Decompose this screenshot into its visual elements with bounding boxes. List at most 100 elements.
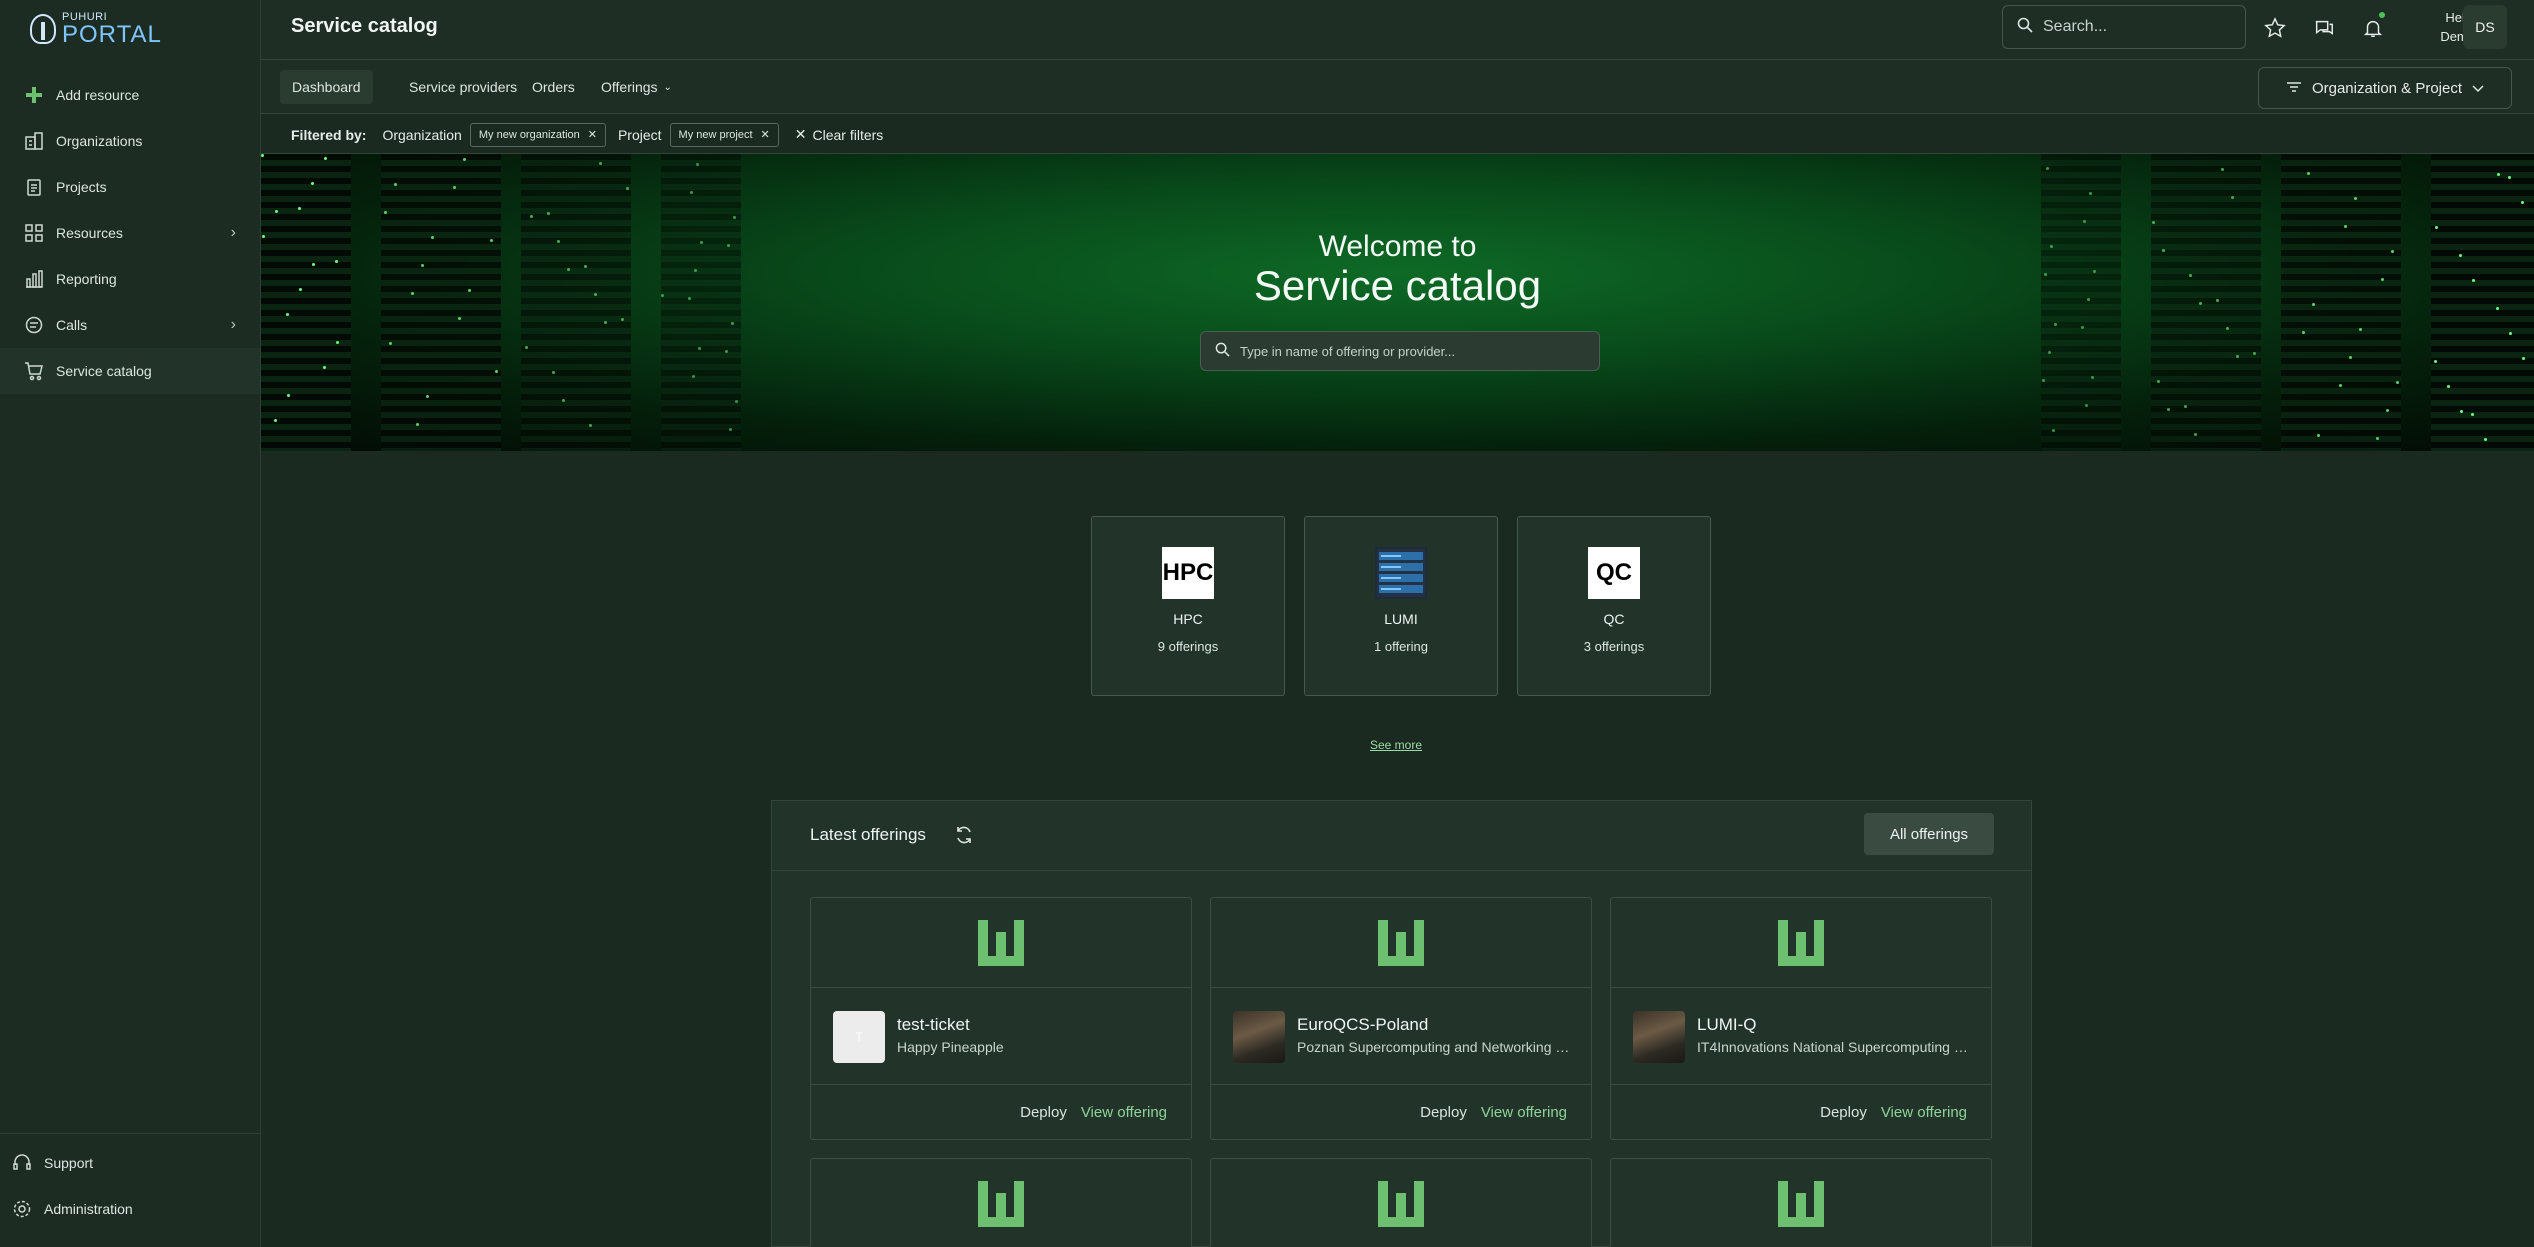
- rack-led: [2344, 225, 2347, 228]
- view-offering-button[interactable]: View offering: [1481, 1104, 1567, 1121]
- rack-led: [733, 216, 736, 219]
- rack-led: [2435, 226, 2438, 229]
- search-icon: [2017, 17, 2033, 38]
- sidebar-item-reporting[interactable]: Reporting: [0, 256, 260, 302]
- filter-icon: [2286, 80, 2302, 97]
- waldur-logo-icon: [1778, 1181, 1824, 1227]
- sidebar-item-projects[interactable]: Projects: [0, 164, 260, 210]
- rack-led: [2081, 326, 2084, 329]
- global-search-input[interactable]: Search...: [2002, 5, 2246, 49]
- offering-provider: Poznan Supercomputing and Networking Cen…: [1297, 1039, 1573, 1055]
- filter-bar: Filtered by: Organization My new organiz…: [261, 116, 2534, 154]
- offering-card[interactable]: LUMI-Q IT4Innovations National Supercomp…: [1610, 897, 1992, 1140]
- sidebar-item-calls[interactable]: Calls ›: [0, 302, 260, 348]
- rack-led: [2522, 357, 2525, 360]
- rack-led: [453, 186, 456, 189]
- rack-led: [2354, 197, 2357, 200]
- tab-offerings-label: Offerings: [601, 79, 658, 95]
- star-icon[interactable]: [2261, 14, 2289, 42]
- offering-name[interactable]: EuroQCS-Poland: [1297, 1015, 1428, 1035]
- rack-led: [274, 419, 277, 422]
- rack-led: [589, 424, 592, 427]
- deploy-button[interactable]: Deploy: [1020, 1104, 1067, 1121]
- close-icon: ✕: [794, 126, 807, 142]
- sidebar-item-organizations[interactable]: Organizations: [0, 118, 260, 164]
- bell-icon[interactable]: [2359, 12, 2387, 42]
- category-card-lumi[interactable]: LUMI 1 offering: [1304, 516, 1498, 696]
- tab-dashboard[interactable]: Dashboard: [280, 70, 373, 104]
- waldur-logo-icon: [1778, 919, 1824, 966]
- sidebar-item-administration[interactable]: Administration: [0, 1186, 260, 1232]
- sidebar: PUHURI PORTAL Add resource Organizations…: [0, 0, 261, 1247]
- tab-service-providers[interactable]: Service providers: [397, 70, 529, 104]
- sidebar-item-support[interactable]: Support: [0, 1140, 260, 1186]
- logo-icon: [30, 14, 56, 44]
- refresh-icon[interactable]: [954, 825, 976, 847]
- building-icon: [24, 131, 44, 151]
- filter-chip-organization[interactable]: My new organization ✕: [469, 122, 606, 147]
- sidebar-item-resources[interactable]: Resources ›: [0, 210, 260, 256]
- category-count: 1 offering: [1374, 639, 1428, 654]
- rack-led: [2236, 355, 2239, 358]
- server-rack-icon: [1375, 547, 1427, 599]
- category-card-qc[interactable]: QC QC 3 offerings: [1517, 516, 1711, 696]
- portal-logo[interactable]: PUHURI PORTAL: [30, 11, 162, 46]
- rack-led: [725, 350, 728, 353]
- waldur-logo-icon: [1378, 919, 1424, 966]
- sub-navigation: Dashboard Service providers Orders Offer…: [261, 60, 2534, 114]
- rack-led: [698, 347, 701, 350]
- waldur-logo-icon: [1378, 1181, 1424, 1227]
- deploy-button[interactable]: Deploy: [1820, 1104, 1867, 1121]
- tab-offerings[interactable]: Offerings ⌄: [589, 70, 684, 104]
- rack-led: [416, 423, 419, 426]
- rack-led: [621, 318, 624, 321]
- rack-led: [2386, 409, 2389, 412]
- rack-led: [2089, 192, 2092, 195]
- sidebar-item-service-catalog[interactable]: Service catalog: [0, 348, 260, 394]
- deploy-button[interactable]: Deploy: [1420, 1104, 1467, 1121]
- offering-banner: [1611, 1159, 1991, 1247]
- chat-icon[interactable]: [2310, 14, 2338, 42]
- sidebar-item-label: Projects: [56, 179, 107, 195]
- category-name: QC: [1603, 611, 1625, 627]
- offering-banner: [1611, 898, 1991, 988]
- rack-led: [2396, 381, 2399, 384]
- search-icon: [1215, 342, 1230, 360]
- tab-orders[interactable]: Orders: [520, 70, 587, 104]
- close-icon[interactable]: ✕: [761, 128, 770, 141]
- organization-project-button[interactable]: Organization & Project: [2258, 67, 2512, 109]
- offering-thumbnail: T: [833, 1011, 885, 1063]
- category-name: LUMI: [1384, 611, 1418, 627]
- rack-led: [458, 317, 461, 320]
- rack-led: [2307, 172, 2310, 175]
- offering-card[interactable]: EuroQCS-Poland Poznan Supercomputing and…: [1210, 897, 1592, 1140]
- all-offerings-button[interactable]: All offerings: [1864, 813, 1994, 855]
- view-offering-button[interactable]: View offering: [1881, 1104, 1967, 1121]
- category-card-hpc[interactable]: HPC HPC 9 offerings: [1091, 516, 1285, 696]
- latest-offerings-header: Latest offerings All offerings: [772, 801, 2031, 871]
- offering-card[interactable]: [1210, 1158, 1592, 1247]
- close-icon[interactable]: ✕: [588, 128, 597, 141]
- rack-led: [2484, 438, 2487, 441]
- grid-icon: [24, 223, 44, 243]
- filter-chip-project[interactable]: My new project ✕: [669, 122, 779, 147]
- rack-led: [729, 428, 732, 431]
- avatar[interactable]: DS: [2463, 5, 2507, 49]
- offering-card[interactable]: [1610, 1158, 1992, 1247]
- rack-led: [2091, 376, 2094, 379]
- see-more-link[interactable]: See more: [1370, 738, 1422, 752]
- clear-filters-button[interactable]: ✕ Clear filters: [795, 126, 884, 143]
- sidebar-item-add-resource[interactable]: Add resource: [0, 72, 260, 118]
- filter-key-project: Project: [617, 126, 662, 143]
- offering-card[interactable]: T test-ticket Happy Pineapple Deploy Vie…: [810, 897, 1192, 1140]
- rack-led: [2447, 385, 2450, 388]
- chevron-down-icon: [2472, 80, 2484, 97]
- offering-name[interactable]: LUMI-Q: [1697, 1015, 1757, 1035]
- rack-led: [311, 182, 314, 185]
- offering-search-input[interactable]: Type in name of offering or provider...: [1200, 331, 1600, 371]
- offering-provider: IT4Innovations National Supercomputing C…: [1697, 1039, 1973, 1055]
- offering-card[interactable]: [810, 1158, 1192, 1247]
- plus-icon: [24, 85, 44, 105]
- offering-name[interactable]: test-ticket: [897, 1015, 970, 1035]
- view-offering-button[interactable]: View offering: [1081, 1104, 1167, 1121]
